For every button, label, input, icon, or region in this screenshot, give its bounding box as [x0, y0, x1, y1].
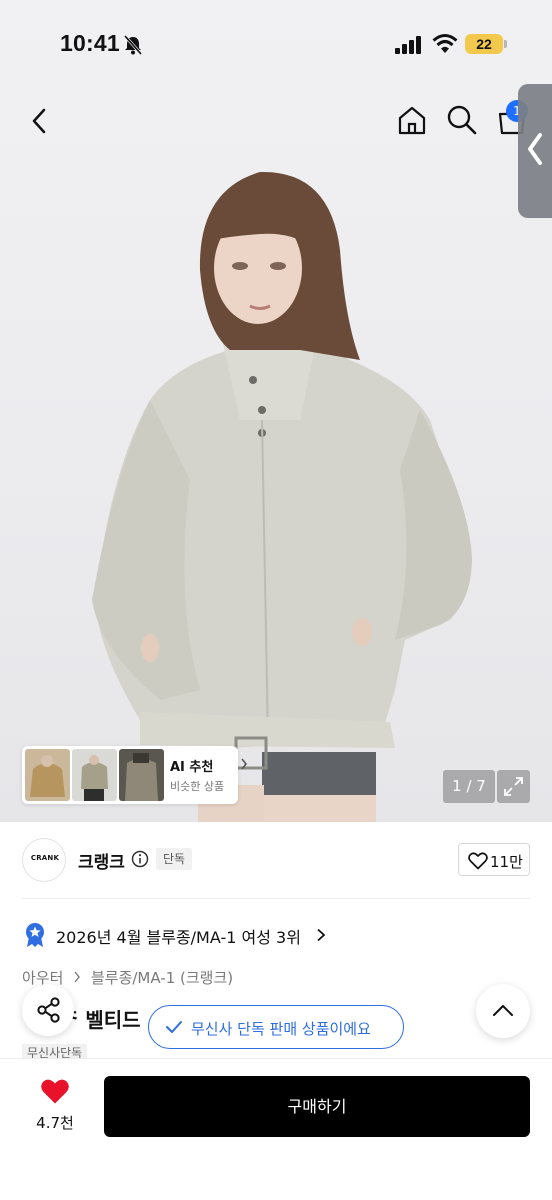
status-bar: 10:41 22 — [0, 0, 552, 90]
chevron-up-icon — [493, 1005, 513, 1016]
chevron-right-icon — [241, 758, 248, 770]
ai-recommend-title: AI 추천 — [170, 760, 214, 775]
ai-recommend-subtitle: 비슷한 상품 — [170, 780, 225, 793]
brand-like-count: 11만 — [490, 853, 523, 871]
back-icon[interactable] — [26, 106, 54, 136]
ranking-text[interactable]: 2026년 4월 블루종/MA-1 여성 3위 — [56, 924, 301, 948]
ai-recommend-chip[interactable]: AI 추천 비슷한 상품 — [22, 746, 248, 804]
check-icon — [166, 1021, 182, 1033]
expand-icon — [504, 777, 523, 796]
signal-icon — [395, 36, 421, 54]
scroll-top-button[interactable] — [476, 984, 530, 1038]
ai-thumbnail-3 — [119, 749, 164, 801]
image-page-counter: 1 / 7 — [443, 770, 495, 803]
ai-thumbnail-1 — [25, 749, 70, 801]
exclusive-tag: 단독 — [156, 848, 193, 870]
wishlist-count: 4.7천 — [36, 1114, 74, 1132]
breadcrumb-separator-icon — [73, 969, 81, 987]
expand-button[interactable] — [497, 770, 530, 803]
battery-level: 22 — [465, 34, 503, 54]
wifi-icon — [432, 34, 458, 53]
heart-icon — [41, 1079, 69, 1104]
exclusive-notice-text: 무신사 단독 판매 상품이에요 — [191, 1020, 371, 1038]
breadcrumb-subcategory[interactable]: 블루종/MA-1 (크랭크) — [91, 967, 233, 988]
medal-icon — [26, 923, 44, 947]
brand-name[interactable]: 크랭크 — [78, 848, 125, 873]
wishlist-button[interactable]: 4.7천 — [22, 1072, 88, 1138]
home-icon[interactable] — [396, 104, 428, 136]
status-time: 10:41 — [60, 30, 120, 56]
bell-off-icon — [123, 35, 143, 55]
buy-button[interactable]: 구매하기 — [104, 1076, 530, 1137]
brand-logo-text: CRANK — [30, 854, 60, 862]
brand-logo[interactable]: CRANK — [22, 838, 66, 882]
search-icon[interactable] — [446, 104, 478, 136]
heart-outline-icon — [468, 852, 488, 870]
chevron-left-icon — [528, 133, 542, 165]
product-image-gallery[interactable]: 10:41 22 1 AI 추천 비슷한 상품 1 / 7 — [0, 0, 552, 822]
divider — [22, 898, 530, 899]
info-icon[interactable] — [131, 850, 149, 868]
brand-like-button[interactable]: 11만 — [458, 843, 530, 876]
share-button[interactable] — [22, 984, 74, 1036]
chevron-right-icon — [317, 928, 326, 942]
battery-cap — [504, 40, 507, 48]
ai-thumbnail-2 — [72, 749, 117, 801]
share-icon — [37, 997, 60, 1023]
exclusive-notice-pill: 무신사 단독 판매 상품이에요 — [148, 1005, 404, 1049]
